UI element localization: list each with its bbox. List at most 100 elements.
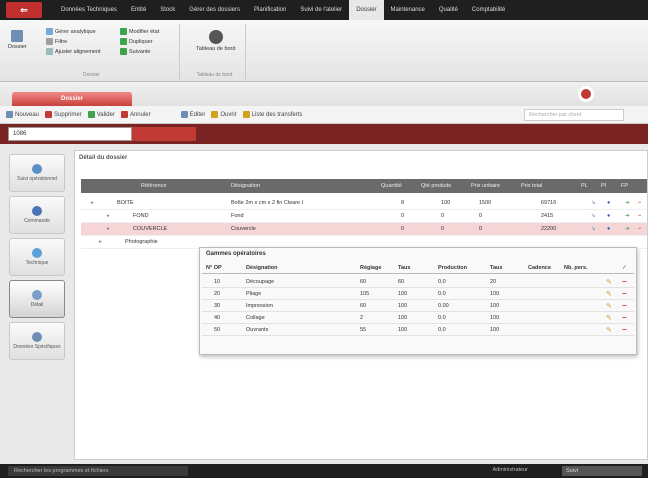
edit-icon[interactable]: ✎ bbox=[606, 326, 614, 334]
column-header[interactable]: Référence bbox=[141, 183, 166, 189]
column-header[interactable]: PI bbox=[601, 183, 606, 189]
table-row[interactable]: ▸ COUVERCLE Couvercle 0 0 0 22200 ⇘ ● ➜ − bbox=[81, 223, 647, 236]
operation-row[interactable]: 50 Ouvrants 55 100 0.0 100 ✎ − bbox=[202, 324, 634, 336]
menu-item[interactable]: Dossier bbox=[349, 0, 384, 20]
item-unit-price: 0 bbox=[479, 213, 483, 219]
remove-icon[interactable]: − bbox=[638, 200, 641, 206]
info-icon[interactable]: ● bbox=[607, 200, 610, 206]
sidebar-icon bbox=[32, 164, 42, 174]
table-row[interactable]: ▸ FOND Fond 0 0 0 2415 ⇘ ● ➜ − bbox=[81, 210, 647, 223]
state-icon bbox=[120, 28, 127, 35]
dossier-number-field[interactable]: 1086 bbox=[8, 127, 132, 141]
edit-icon[interactable]: ✎ bbox=[606, 278, 614, 286]
toolbar-button-6[interactable]: Liste des transferts bbox=[242, 111, 302, 118]
popup-column-header[interactable]: Production bbox=[438, 265, 467, 271]
arrow-icon[interactable]: ➜ bbox=[625, 226, 630, 232]
ribbon-item-gerer-analytique[interactable]: Gérer analytique bbox=[46, 28, 96, 35]
link-icon[interactable]: ⇘ bbox=[591, 226, 596, 232]
ribbon-item-modifier-etat[interactable]: Modifier état bbox=[120, 28, 159, 35]
expand-icon[interactable]: ▸ bbox=[107, 226, 110, 232]
toolbar-button-2[interactable]: Valider bbox=[87, 111, 115, 118]
expand-icon[interactable]: ▸ bbox=[99, 239, 102, 245]
dossier-big-button[interactable]: Dossier bbox=[8, 30, 27, 50]
menu-item[interactable]: Comptabilité bbox=[465, 0, 512, 20]
column-header[interactable]: Désignation bbox=[231, 183, 260, 189]
operation-row[interactable]: 40 Collage 2 100 0.0 100 ✎ − bbox=[202, 312, 634, 324]
toolbar-button-0[interactable]: Nouveau bbox=[6, 111, 39, 118]
menu-item[interactable]: Suivi de l'atelier bbox=[293, 0, 349, 20]
delete-icon[interactable]: − bbox=[622, 301, 630, 310]
sidebar-item-4[interactable]: Données Spécifiques bbox=[9, 322, 65, 360]
menu-item[interactable]: Entité bbox=[124, 0, 153, 20]
edit-icon bbox=[180, 111, 188, 118]
menu-item[interactable]: Maintenance bbox=[384, 0, 432, 20]
menu-item[interactable]: Qualité bbox=[432, 0, 465, 20]
edit-icon[interactable]: ✎ bbox=[606, 302, 614, 310]
popup-column-header[interactable]: Taux bbox=[398, 265, 410, 271]
expand-icon[interactable]: ▸ bbox=[91, 200, 94, 206]
page-title: Détail du dossier bbox=[79, 155, 128, 161]
popup-column-header[interactable]: Cadence bbox=[528, 265, 551, 271]
toolbar: Nouveau Supprimer Valider Annuler Editer Ouvr… bbox=[0, 106, 648, 124]
column-header[interactable]: PL bbox=[581, 183, 588, 189]
delete-icon[interactable]: − bbox=[622, 289, 630, 298]
ribbon-item-dupliquer[interactable]: Dupliquer bbox=[120, 38, 153, 45]
menu-item[interactable]: Planification bbox=[247, 0, 293, 20]
column-header[interactable]: Quantité bbox=[381, 183, 402, 189]
ribbon-item-suivante[interactable]: Suivante bbox=[120, 48, 150, 55]
popup-column-header[interactable]: Désignation bbox=[246, 265, 277, 271]
column-header[interactable]: Prix total bbox=[521, 183, 542, 189]
table-row[interactable]: ▸ BOITE Boîte 2m x cm x 2 fin Cleare I 8 100… bbox=[81, 197, 647, 210]
validate-all-icon[interactable]: ✓ bbox=[622, 265, 627, 271]
sidebar-item-3[interactable]: Détail bbox=[9, 280, 65, 318]
op-reglage: 2 bbox=[360, 315, 364, 321]
popup-column-header[interactable]: Réglage bbox=[360, 265, 381, 271]
tab-dossier[interactable]: Dossier bbox=[12, 92, 132, 106]
delete-icon[interactable]: − bbox=[622, 325, 630, 334]
menu-item[interactable]: Données Techniques bbox=[54, 0, 124, 20]
operation-row[interactable]: 30 Impression 60 100 0.00 100 ✎ − bbox=[202, 300, 634, 312]
sidebar-item-1[interactable]: Commande bbox=[9, 196, 65, 234]
dashboard-icon bbox=[208, 30, 223, 44]
popup-column-header[interactable]: Taux bbox=[490, 265, 502, 271]
toolbar-button-5[interactable]: Ouvrir bbox=[211, 111, 237, 118]
info-icon[interactable]: ● bbox=[607, 226, 610, 232]
toolbar-button-1[interactable]: Supprimer bbox=[45, 111, 82, 118]
op-number: 40 bbox=[214, 315, 221, 321]
search-programs-input[interactable]: Rechercher les programmes et fichiers bbox=[8, 466, 188, 476]
delete-icon[interactable]: − bbox=[622, 313, 630, 322]
info-icon[interactable]: ● bbox=[607, 213, 610, 219]
tableau-de-bord-button[interactable]: Tableau de bord bbox=[196, 30, 235, 52]
op-number: 10 bbox=[214, 279, 221, 285]
edit-icon[interactable]: ✎ bbox=[606, 290, 614, 298]
search-input[interactable]: Rechercher par client bbox=[524, 109, 624, 121]
remove-icon[interactable]: − bbox=[638, 226, 641, 232]
column-header[interactable]: Qté produite bbox=[421, 183, 451, 189]
column-header[interactable]: Prix unitaire bbox=[471, 183, 500, 189]
sidebar-item-0[interactable]: Suivi opérationnel bbox=[9, 154, 65, 192]
link-icon[interactable]: ⇘ bbox=[591, 213, 596, 219]
delete-icon[interactable]: − bbox=[622, 277, 630, 286]
arrow-icon[interactable]: ➜ bbox=[625, 213, 630, 219]
menu-item[interactable]: Stock bbox=[153, 0, 182, 20]
menu-item[interactable]: Gérer des dossiers bbox=[182, 0, 247, 20]
remove-icon[interactable]: − bbox=[638, 213, 641, 219]
popup-column-header[interactable]: N° OP bbox=[206, 265, 222, 271]
ribbon: Dossier Gérer analytique Filtre Ajuster … bbox=[0, 20, 648, 82]
op-taux2: 20 bbox=[490, 279, 497, 285]
popup-column-header[interactable]: Nb. pers. bbox=[564, 265, 588, 271]
link-icon[interactable]: ⇘ bbox=[591, 200, 596, 206]
operation-row[interactable]: 10 Découpage 60 60 0.0 20 ✎ − bbox=[202, 276, 634, 288]
ribbon-item-filtre[interactable]: Filtre bbox=[46, 38, 67, 45]
new-icon bbox=[6, 111, 13, 118]
column-header[interactable]: FP bbox=[621, 183, 628, 189]
dossier-status-field[interactable] bbox=[132, 127, 196, 141]
ribbon-item-ajuster[interactable]: Ajuster alignement bbox=[46, 48, 101, 55]
edit-icon[interactable]: ✎ bbox=[606, 314, 614, 322]
toolbar-button-3[interactable]: Annuler bbox=[120, 111, 151, 118]
operation-row[interactable]: 20 Pliage 105 100 0.0 100 ✎ − bbox=[202, 288, 634, 300]
arrow-icon[interactable]: ➜ bbox=[625, 200, 630, 206]
sidebar-item-2[interactable]: Technique bbox=[9, 238, 65, 276]
expand-icon[interactable]: ▸ bbox=[107, 213, 110, 219]
toolbar-button-4[interactable]: Editer bbox=[180, 111, 205, 118]
